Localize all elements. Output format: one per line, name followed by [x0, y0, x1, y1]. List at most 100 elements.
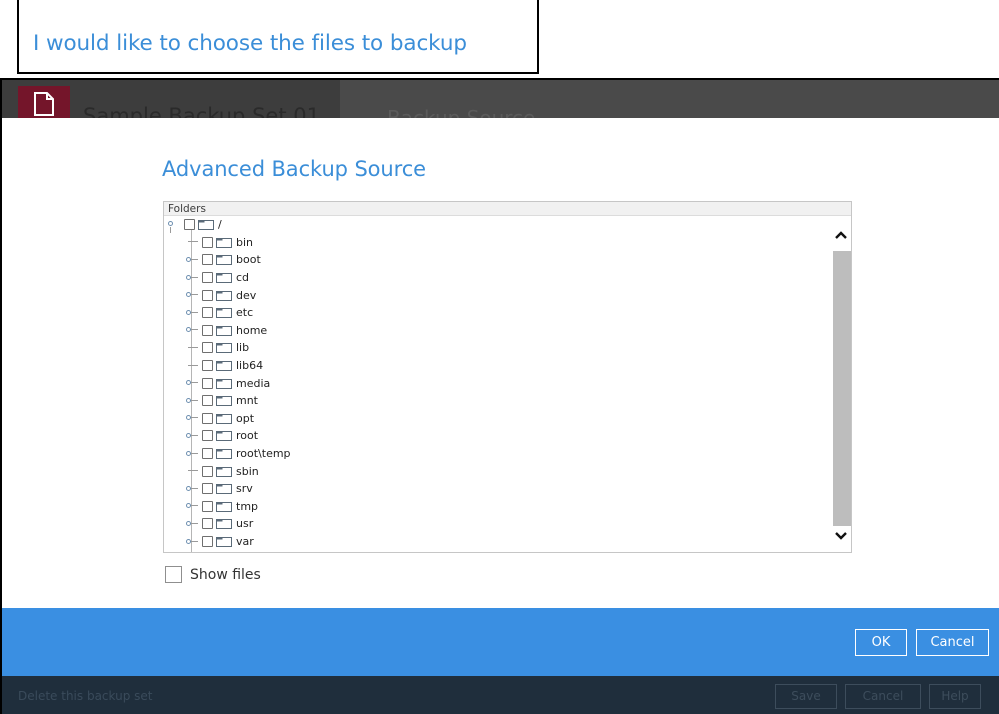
expand-toggle-icon[interactable] [186, 290, 200, 300]
tree-row[interactable]: root\temp [186, 445, 291, 463]
folder-label: dev [236, 288, 257, 302]
folder-checkbox[interactable] [202, 395, 213, 407]
root-checkbox[interactable] [184, 219, 195, 231]
tree-connector-icon [186, 466, 200, 476]
folder-icon [216, 448, 232, 460]
delete-backup-set-link[interactable]: Delete this backup set [18, 689, 152, 703]
folder-label: root [236, 429, 259, 443]
folder-checkbox[interactable] [202, 536, 213, 548]
expand-toggle-icon[interactable] [186, 519, 200, 529]
tree-row[interactable]: media [186, 374, 270, 392]
dialog-action-bar: OK Cancel [2, 608, 999, 676]
cancel-button[interactable]: Cancel [845, 684, 921, 709]
folder-tree: / bin boot cd dev etc home lib lib64 media mnt opt… [164, 216, 832, 552]
show-files-option[interactable]: Show files [165, 566, 261, 583]
expand-toggle-icon[interactable] [186, 431, 200, 441]
folder-checkbox[interactable] [202, 518, 213, 530]
help-button[interactable]: Help [929, 684, 981, 709]
folder-checkbox[interactable] [202, 360, 213, 372]
app-window: Sample Backup Set 01 Backup Source Advan… [0, 78, 999, 714]
folder-label: sbin [236, 464, 259, 478]
folder-icon [216, 430, 232, 442]
tree-row[interactable]: cd [186, 269, 249, 287]
tree-row[interactable]: mnt [186, 392, 258, 410]
dialog-cancel-button[interactable]: Cancel [916, 629, 989, 656]
vertical-scrollbar[interactable] [832, 216, 851, 552]
folder-label: cd [236, 271, 250, 285]
tree-row[interactable]: dev [186, 286, 256, 304]
tree-connector-icon [186, 343, 200, 353]
folder-checkbox[interactable] [202, 500, 213, 512]
backup-set-header: Sample Backup Set 01 [2, 80, 340, 118]
show-files-checkbox[interactable] [165, 566, 182, 583]
folder-checkbox[interactable] [202, 448, 213, 460]
folder-label: media [236, 376, 271, 390]
folder-tree-panel: Folders / bin boot cd dev etc home lib lib64 med… [163, 201, 852, 553]
expand-toggle-icon[interactable] [186, 255, 200, 265]
folder-label: opt [236, 411, 255, 425]
expand-toggle-icon[interactable] [186, 413, 200, 423]
tree-row[interactable]: var [186, 533, 254, 551]
folder-icon [216, 483, 232, 495]
scroll-up-icon[interactable] [834, 226, 848, 239]
tree-row[interactable]: boot [186, 251, 261, 269]
folder-checkbox[interactable] [202, 254, 213, 266]
folder-checkbox[interactable] [202, 412, 213, 424]
tree-row[interactable]: usr [186, 515, 253, 533]
bottom-bar: Delete this backup set Save Cancel Help [2, 676, 999, 714]
expand-toggle-icon[interactable] [186, 396, 200, 406]
tree-row[interactable]: opt [186, 410, 254, 428]
scrollbar-thumb[interactable] [833, 251, 851, 526]
expand-toggle-icon[interactable] [186, 449, 200, 459]
save-button[interactable]: Save [775, 684, 837, 709]
tree-row[interactable]: etc [186, 304, 253, 322]
expand-toggle-icon[interactable] [186, 501, 200, 511]
tree-row[interactable]: root [186, 427, 258, 445]
folder-label: var [236, 535, 254, 549]
expand-toggle-icon[interactable] [186, 273, 200, 283]
folder-checkbox[interactable] [202, 289, 213, 301]
tree-connector-icon [186, 361, 200, 371]
folder-icon [216, 518, 232, 530]
folder-checkbox[interactable] [202, 377, 213, 389]
folder-label: lib [236, 341, 250, 355]
tree-row[interactable]: sbin [186, 462, 259, 480]
expand-toggle-icon[interactable] [186, 325, 200, 335]
tree-row[interactable]: tmp [186, 498, 258, 516]
folder-icon [216, 378, 232, 389]
folder-icon [198, 219, 214, 231]
expand-toggle-icon[interactable] [186, 484, 200, 494]
scroll-down-icon[interactable] [834, 527, 848, 540]
folder-icon [216, 254, 232, 266]
folder-checkbox[interactable] [202, 465, 213, 477]
tree-root-label: / [218, 218, 222, 232]
ok-button[interactable]: OK [855, 629, 907, 656]
folder-checkbox[interactable] [202, 307, 213, 319]
folder-checkbox[interactable] [202, 342, 213, 354]
section-title: Backup Source [387, 106, 536, 118]
expand-toggle-icon[interactable] [186, 378, 200, 388]
folder-icon [216, 325, 232, 336]
folder-checkbox[interactable] [202, 324, 213, 336]
expand-toggle-icon[interactable] [186, 537, 200, 547]
folder-checkbox[interactable] [202, 483, 213, 495]
folder-label: boot [236, 253, 261, 267]
folder-checkbox[interactable] [202, 430, 213, 442]
folder-checkbox[interactable] [202, 272, 213, 284]
expand-toggle-icon[interactable] [186, 308, 200, 318]
folder-label: etc [236, 306, 254, 320]
backup-set-name: Sample Backup Set 01 [83, 104, 320, 118]
folder-checkbox[interactable] [202, 236, 213, 248]
tree-row[interactable]: bin [186, 234, 253, 252]
tree-root-row[interactable]: / [168, 216, 222, 234]
folder-icon [216, 307, 232, 319]
folder-icon [216, 290, 232, 301]
folder-label: root\temp [236, 447, 291, 461]
folder-icon [216, 395, 232, 407]
collapse-toggle-icon[interactable] [168, 220, 182, 233]
folder-label: srv [236, 482, 253, 496]
tree-row[interactable]: lib64 [186, 357, 263, 375]
tree-row[interactable]: lib [186, 339, 249, 357]
tree-row[interactable]: srv [186, 480, 253, 498]
tree-row[interactable]: home [186, 322, 267, 340]
